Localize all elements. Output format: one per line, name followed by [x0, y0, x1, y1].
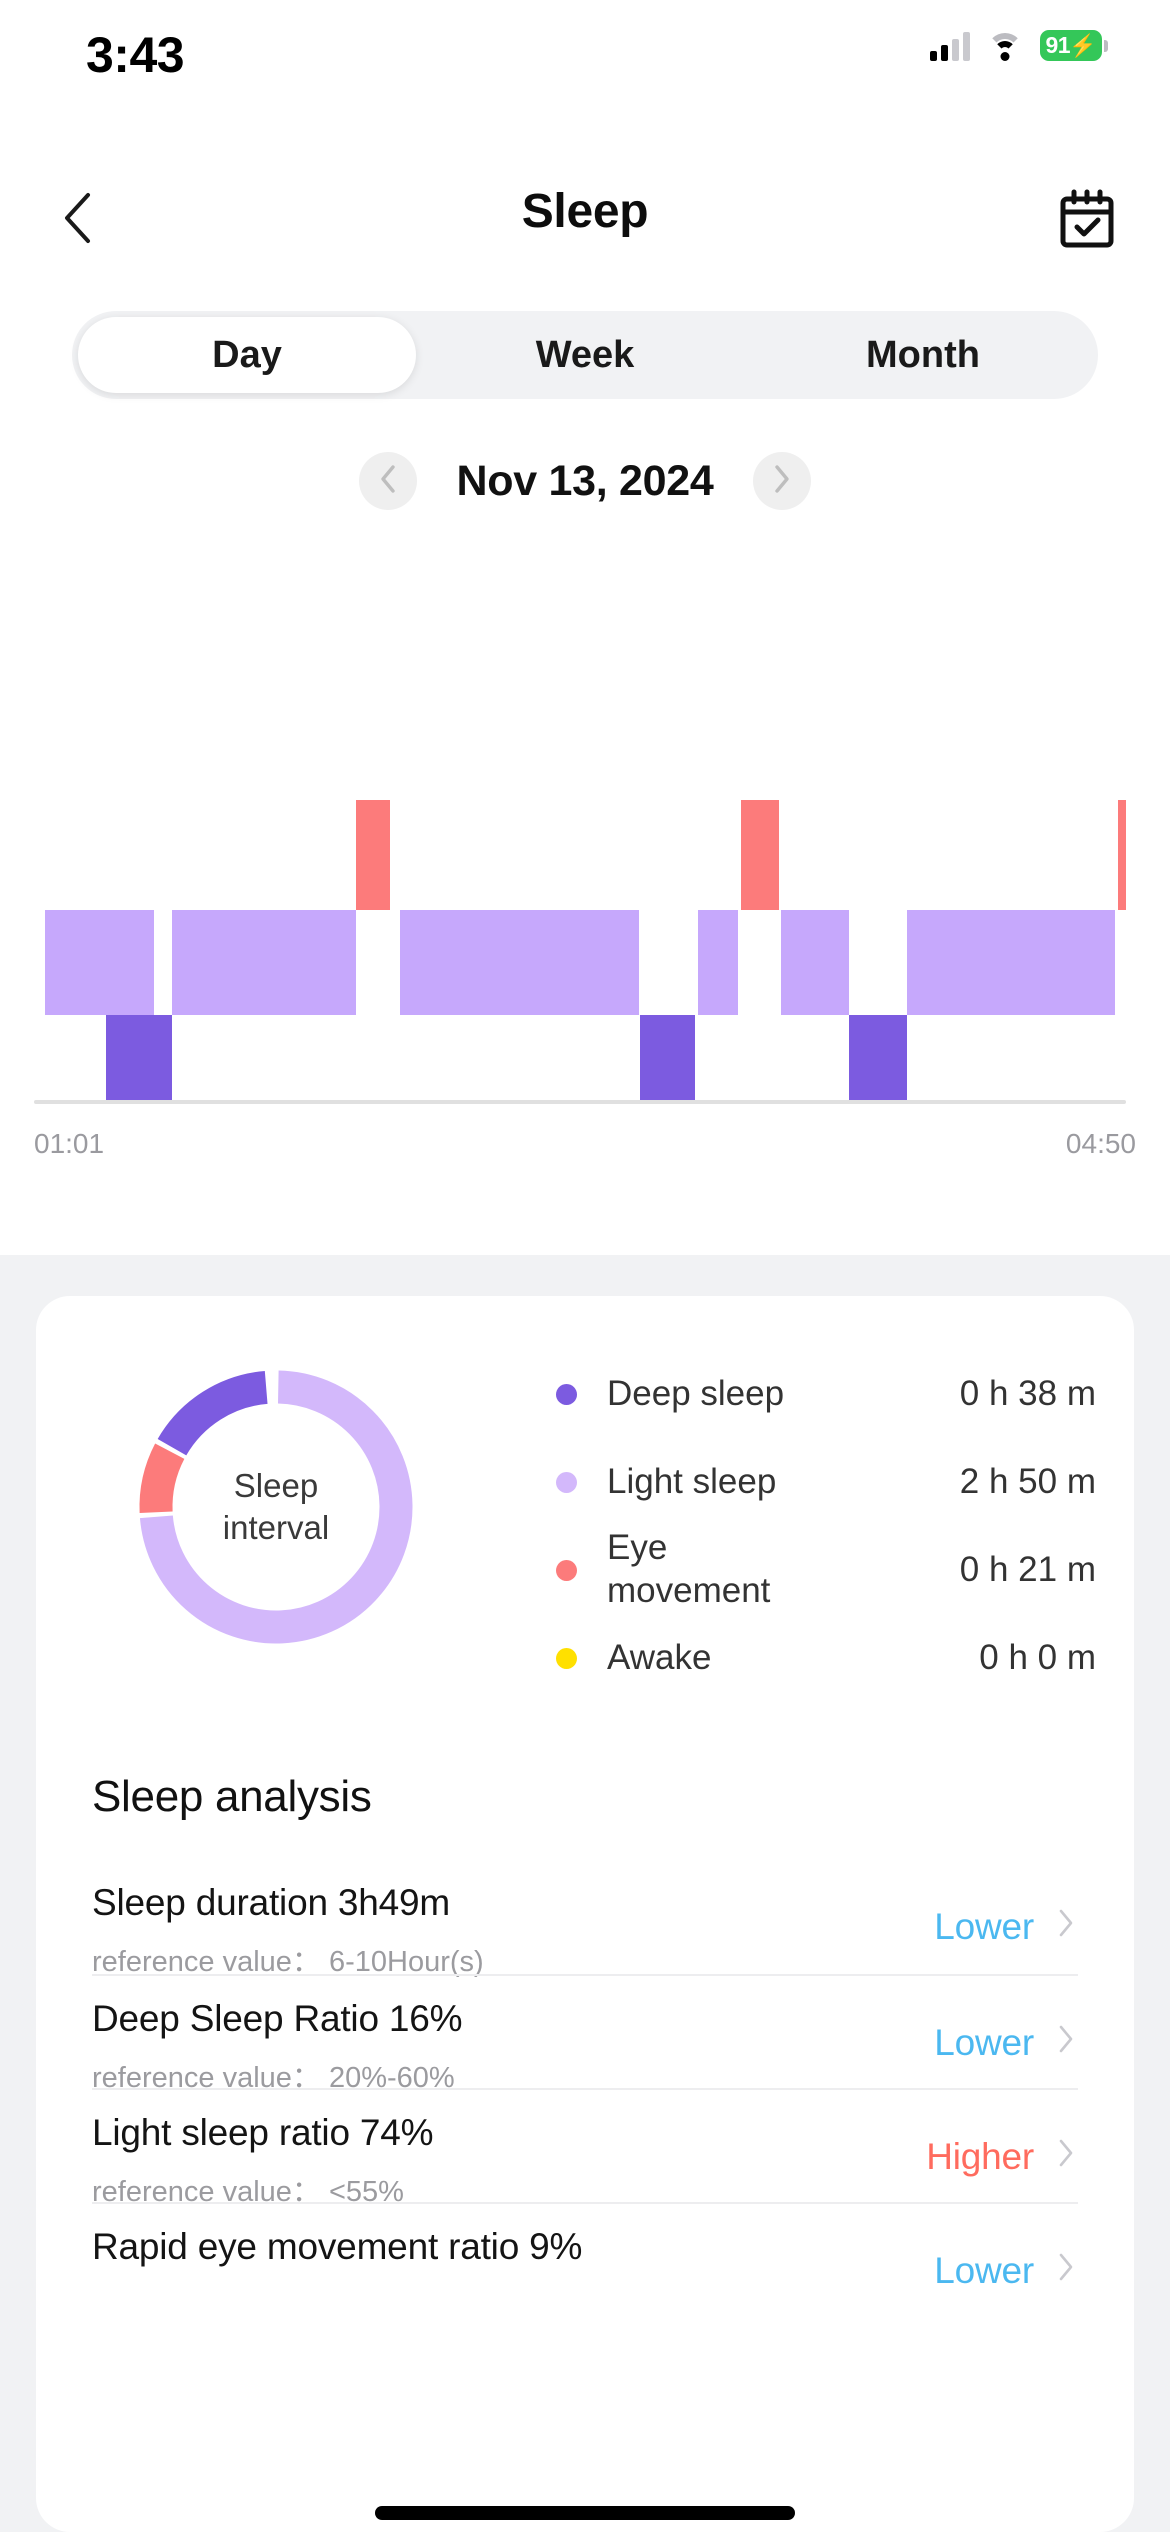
- hypnogram-segment: [906, 910, 1116, 1015]
- sleep-stage-chart: [0, 800, 1170, 1130]
- legend-label: Light sleep: [607, 1461, 777, 1501]
- chevron-right-icon[interactable]: [1058, 2138, 1074, 2168]
- analysis-row-title: Rapid eye movement ratio 9%: [92, 2226, 583, 2267]
- hypnogram-segment: [356, 800, 390, 910]
- analysis-row-status: Lower: [934, 2250, 1034, 2291]
- legend-value: 0 h 0 m: [979, 1638, 1096, 1677]
- status-bar-time: 3:43: [86, 27, 185, 83]
- legend-label: Eye movement: [607, 1528, 771, 1610]
- legend-row-deep-sleep: Deep sleep 0 h 38 m: [556, 1350, 1096, 1438]
- legend-row-eye-movement: Eye movement 0 h 21 m: [556, 1526, 1096, 1614]
- chevron-right-icon: [773, 464, 791, 499]
- hypnogram-plot-area: [34, 800, 1126, 1100]
- legend-label: Deep sleep: [607, 1373, 785, 1413]
- cellular-signal-icon: [930, 31, 970, 61]
- legend-row-awake: Awake 0 h 0 m: [556, 1614, 1096, 1702]
- sleep-screen: 3:43 91 ⚡ Sleep Day Week Month Nov 13, 2…: [0, 0, 1170, 2532]
- awake-dot: [556, 1647, 577, 1669]
- light-sleep-dot: [556, 1471, 577, 1493]
- hypnogram-segment: [848, 1015, 907, 1100]
- analysis-row[interactable]: Deep Sleep Ratio 16% reference value： 20%…: [92, 1974, 1078, 2094]
- analysis-row[interactable]: Rapid eye movement ratio 9% Lower: [92, 2202, 1078, 2316]
- analysis-row-status: Higher: [926, 2136, 1034, 2177]
- tab-week[interactable]: Week: [416, 317, 754, 393]
- tab-month[interactable]: Month: [754, 317, 1092, 393]
- previous-day-button[interactable]: [358, 452, 417, 510]
- date-navigator: Nov 13, 2024: [0, 445, 1170, 517]
- hypnogram-segment: [640, 1015, 695, 1100]
- hypnogram-segment: [399, 910, 639, 1015]
- period-segmented-control[interactable]: Day Week Month: [72, 311, 1098, 399]
- analysis-row[interactable]: Sleep duration 3h49m reference value： 6-1…: [92, 1860, 1078, 1978]
- hypnogram-segment: [44, 910, 155, 1015]
- analysis-row-title: Deep Sleep Ratio 16%: [92, 1998, 463, 2039]
- hypnogram-segment: [740, 800, 779, 910]
- chevron-right-icon[interactable]: [1058, 2252, 1074, 2282]
- legend-row-light-sleep: Light sleep 2 h 50 m: [556, 1438, 1096, 1526]
- calendar-button[interactable]: [1052, 186, 1122, 256]
- deep-sleep-dot: [556, 1383, 577, 1405]
- legend-value: 0 h 38 m: [959, 1374, 1096, 1413]
- sleep-summary-card: Sleep interval Deep sleep 0 h 38 m Light…: [36, 1296, 1134, 2532]
- hypnogram-segment: [697, 910, 739, 1015]
- analysis-row-status: Lower: [934, 1906, 1034, 1947]
- tab-day[interactable]: Day: [78, 317, 416, 393]
- donut-center-line-1: Sleep: [233, 1466, 319, 1504]
- hypnogram-segment: [1118, 800, 1126, 910]
- donut-center-label: Sleep interval: [126, 1357, 426, 1657]
- next-day-button[interactable]: [753, 452, 812, 510]
- donut-center-line-2: interval: [222, 1509, 330, 1546]
- chart-end-time-label: 04:50: [1065, 1128, 1136, 1159]
- sleep-stage-legend: Deep sleep 0 h 38 m Light sleep 2 h 50 m…: [556, 1350, 1096, 1702]
- battery-icon: 91 ⚡: [1040, 30, 1108, 61]
- page-title: Sleep: [521, 185, 649, 238]
- analysis-row[interactable]: Light sleep ratio 74% reference value： <5…: [92, 2088, 1078, 2208]
- calendar-check-icon: [1056, 188, 1118, 255]
- status-bar: 3:43 91 ⚡: [0, 0, 1170, 100]
- current-date-label: Nov 13, 2024: [456, 456, 714, 505]
- chart-axis-line: [34, 1100, 1126, 1104]
- sleep-analysis-heading: Sleep analysis: [92, 1772, 372, 1821]
- wifi-icon: [987, 32, 1023, 61]
- chevron-left-icon: [379, 464, 397, 499]
- home-indicator: [375, 2506, 795, 2520]
- battery-percent-label: 91: [1045, 32, 1071, 58]
- legend-label: Awake: [607, 1637, 712, 1677]
- legend-value: 2 h 50 m: [959, 1462, 1096, 1501]
- eye-movement-dot: [556, 1559, 577, 1581]
- hypnogram-segment: [106, 1015, 172, 1100]
- chevron-right-icon[interactable]: [1058, 1908, 1074, 1938]
- legend-value: 0 h 21 m: [959, 1550, 1096, 1589]
- analysis-row-status: Lower: [934, 2022, 1034, 2063]
- hypnogram-segment: [780, 910, 849, 1015]
- status-bar-indicators: 91 ⚡: [930, 30, 1108, 61]
- chevron-right-icon[interactable]: [1058, 2024, 1074, 2054]
- sleep-analysis-list: Sleep duration 3h49m reference value： 6-1…: [92, 1860, 1078, 2316]
- hypnogram-segment: [171, 910, 357, 1015]
- analysis-row-title: Sleep duration 3h49m: [92, 1882, 451, 1923]
- charging-bolt-icon: ⚡: [1069, 32, 1097, 58]
- nav-bar: Sleep: [0, 170, 1170, 270]
- chart-start-time-label: 01:01: [34, 1128, 105, 1159]
- sleep-interval-donut-chart: Sleep interval: [76, 1342, 496, 1672]
